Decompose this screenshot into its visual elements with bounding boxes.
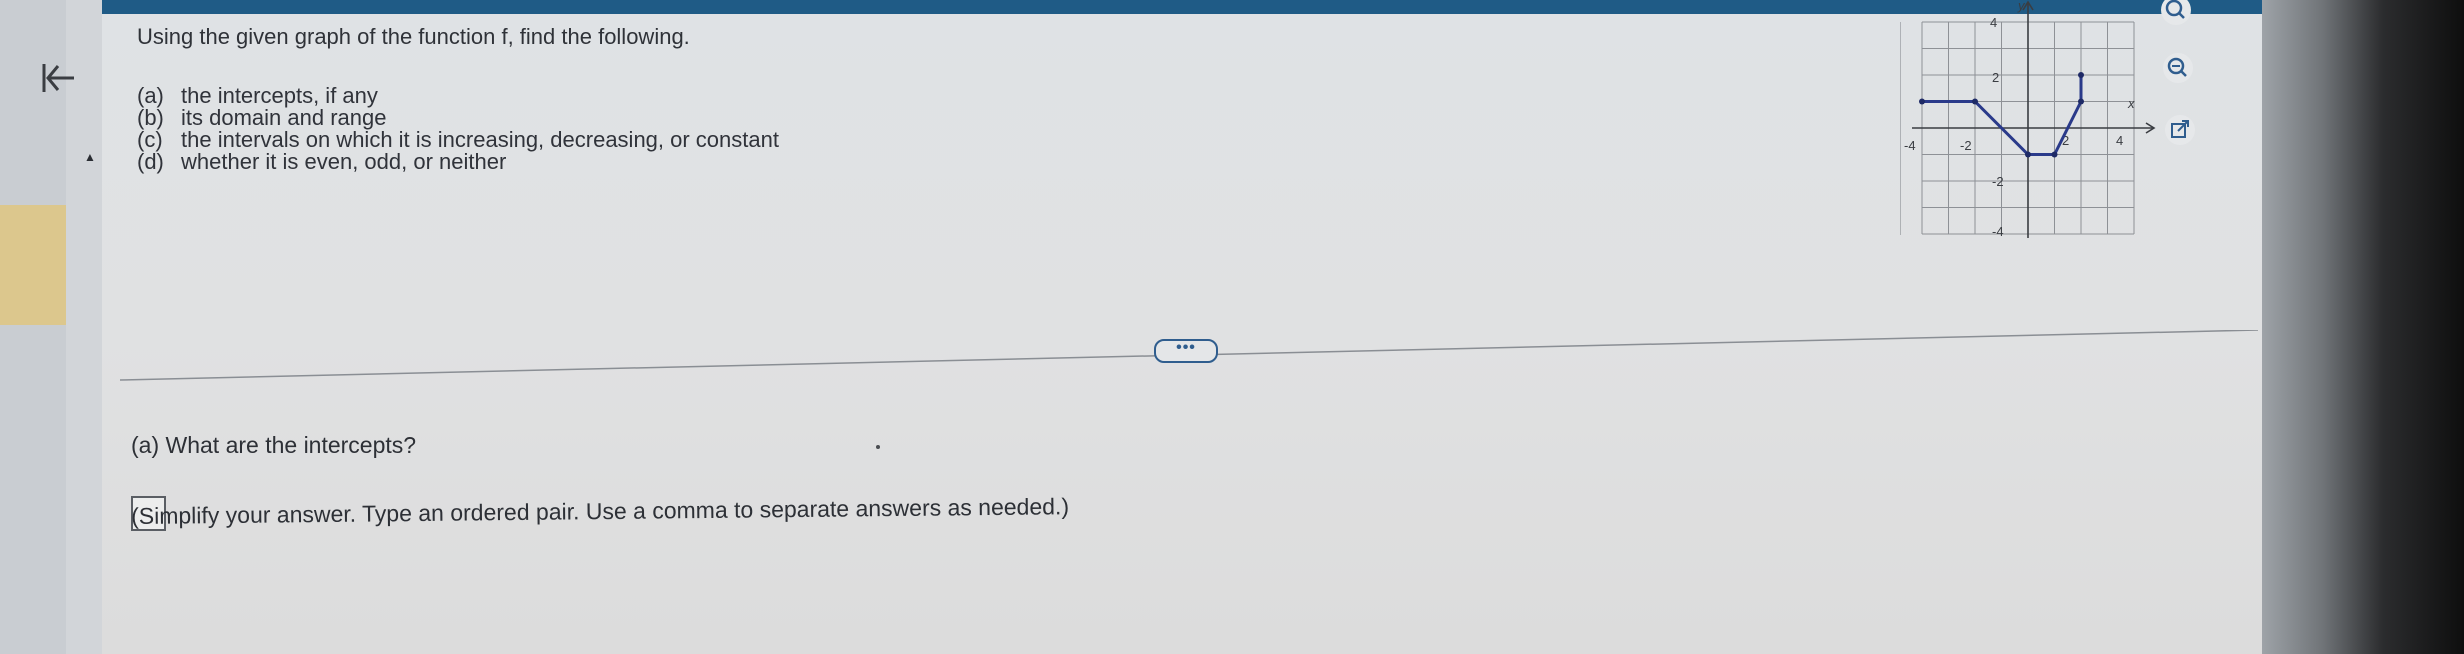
collapse-left-icon[interactable]: [38, 58, 78, 98]
left-rail: [0, 0, 66, 654]
function-point: [1972, 98, 1978, 105]
caret-up-icon[interactable]: ▲: [84, 150, 96, 164]
function-graph[interactable]: -4 -2 4 2 4 2 -2 -4 x y: [1900, 0, 2160, 250]
axis-label-x: x: [2127, 96, 2135, 111]
stray-dot: [876, 445, 880, 449]
function-point: [2051, 151, 2058, 158]
tick-label-y-pos2: 2: [1992, 70, 1999, 85]
graph-tick-labels: -4 -2 4 2 4 2 -2 -4 x y: [1904, 0, 2135, 239]
left-strip: [66, 0, 102, 654]
part-item: (b) its domain and range: [137, 107, 779, 129]
part-letter: (a): [137, 83, 164, 108]
part-letter: (b): [137, 105, 164, 130]
more-options-button[interactable]: •••: [1154, 339, 1218, 363]
function-point: [1919, 98, 1925, 105]
screen: ▲ Using the given graph of the function …: [0, 0, 2464, 654]
tick-label-y-neg4: -4: [1992, 224, 2004, 239]
tick-label-x-pos4: 4: [2116, 133, 2123, 148]
part-letter: (c): [137, 127, 163, 152]
external-link-icon[interactable]: [2162, 112, 2198, 148]
part-text: whether it is even, odd, or neither: [181, 149, 507, 174]
part-item: (c) the intervals on which it is increasi…: [137, 129, 779, 151]
part-a-question: (a) What are the intercepts?: [131, 432, 417, 458]
zoom-in-icon[interactable]: [2158, 0, 2194, 30]
tick-label-x-neg4: -4: [1904, 138, 1916, 153]
part-item: (d) whether it is even, odd, or neither: [137, 151, 779, 173]
tick-label-y-neg2: -2: [1992, 174, 2004, 189]
question-title: Using the given graph of the function f,…: [137, 24, 690, 49]
tick-label-y-pos4: 4: [1990, 15, 1997, 30]
right-edge: [2262, 0, 2464, 654]
left-rail-highlight: [0, 205, 66, 325]
tick-label-x-neg2: -2: [1960, 138, 1972, 153]
part-letter: (d): [137, 149, 164, 174]
function-point: [2078, 98, 2084, 105]
part-item: (a) the intercepts, if any: [137, 85, 779, 107]
zoom-out-icon[interactable]: [2160, 50, 2196, 86]
question-parts-list: (a) the intercepts, if any (b) its domain …: [137, 85, 779, 173]
function-point: [2078, 72, 2084, 78]
function-point: [2025, 151, 2031, 158]
